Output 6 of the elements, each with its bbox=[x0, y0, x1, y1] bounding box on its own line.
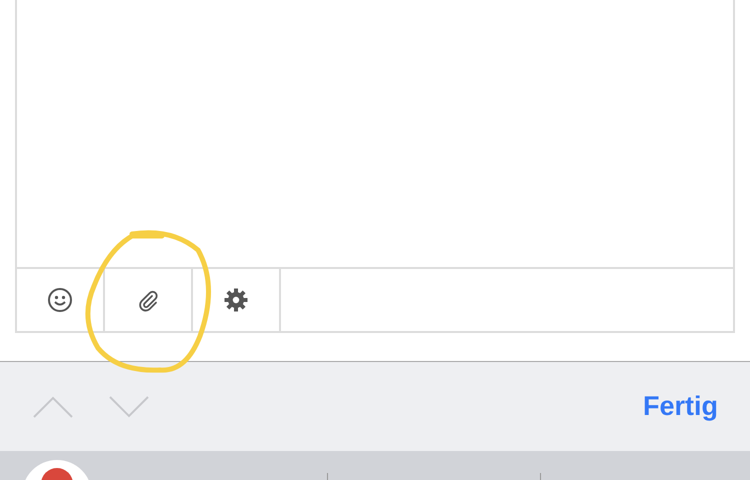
paperclip-icon bbox=[136, 288, 160, 312]
smiley-icon bbox=[47, 287, 73, 313]
chevron-down-icon bbox=[108, 394, 150, 418]
chevron-up-icon bbox=[32, 394, 74, 418]
settings-icon bbox=[223, 287, 249, 313]
done-button[interactable]: Fertig bbox=[642, 391, 718, 422]
